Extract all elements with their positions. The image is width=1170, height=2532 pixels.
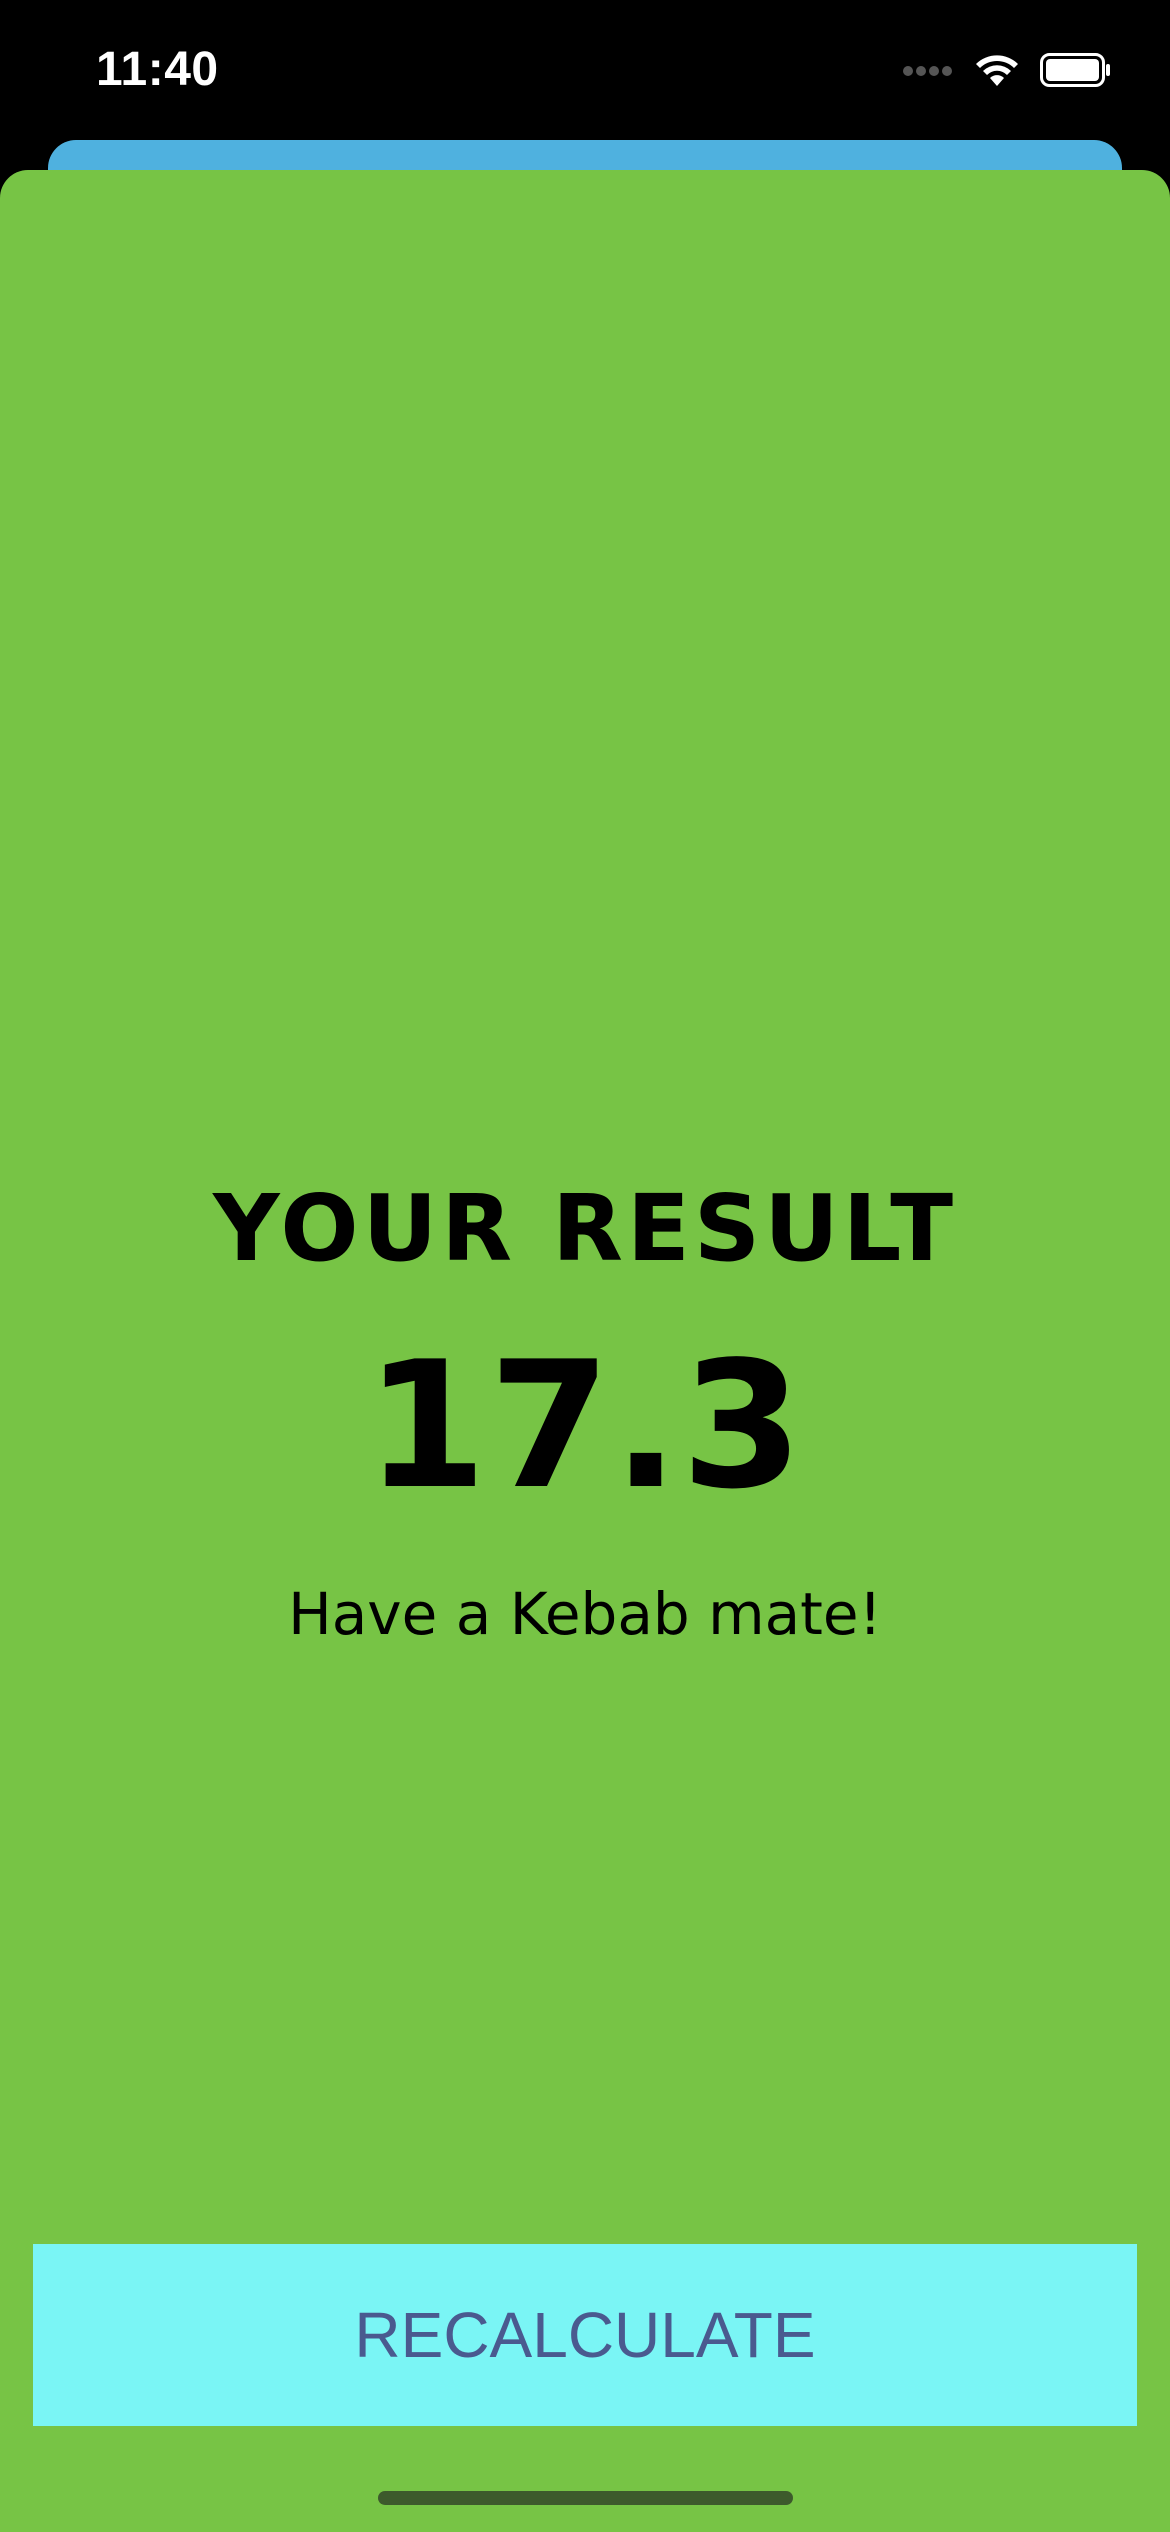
advice-text: Have a Kebab mate! [288, 1580, 882, 1648]
battery-icon [1040, 53, 1112, 91]
cellular-signal-icon [902, 63, 954, 82]
recalculate-button[interactable]: RECALCULATE [33, 2244, 1137, 2426]
status-icons [902, 52, 1112, 92]
status-time: 11:40 [96, 43, 219, 96]
home-indicator[interactable] [378, 2491, 793, 2505]
screen: 11:40 YOUR RESULT 17.3 Have a Kebab mate… [0, 0, 1170, 2532]
bmi-value: 17.3 [365, 1325, 805, 1528]
wifi-icon [974, 52, 1020, 92]
status-bar: 11:40 [0, 0, 1170, 150]
result-title: YOUR RESULT [213, 1175, 957, 1282]
